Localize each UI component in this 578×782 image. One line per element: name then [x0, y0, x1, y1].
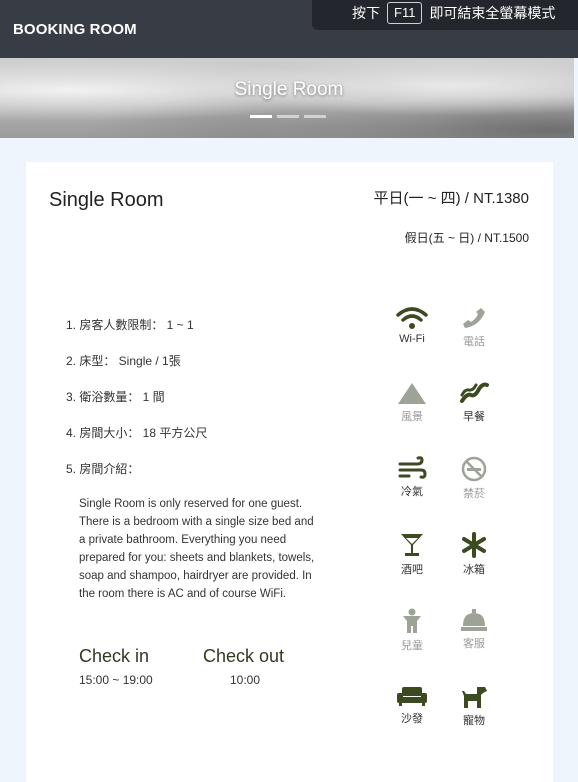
amenity-service: 客服 [449, 608, 499, 651]
dog-icon [462, 687, 487, 708]
child-icon [403, 608, 421, 633]
amenity-breakfast: 早餐 [449, 381, 499, 424]
amenity-label-wifi: Wi-Fi [399, 333, 425, 345]
brand-logo[interactable]: BOOKING ROOM [13, 21, 137, 38]
info-room-intro: 5. 房間介紹： [66, 462, 140, 476]
room-info-list: 1. 房客人數限制： 1 ~ 1 2. 床型： Single / 1張 3. 衛… [66, 316, 207, 496]
amenity-label-fridge: 冰箱 [463, 564, 485, 576]
amenity-label-children: 兒童 [401, 640, 423, 652]
room-title: Single Room [49, 189, 164, 211]
room-card: Single Room 平日(一 ~ 四) / NT.1380 假日(五 ~ 日… [26, 162, 553, 782]
amenity-fridge: 冰箱 [449, 532, 499, 577]
couch-icon [397, 687, 427, 706]
wifi-icon [396, 307, 428, 329]
amenity-phone: 電話 [449, 306, 499, 349]
carousel-indicator-1[interactable] [250, 115, 272, 118]
amenity-label-no-smoking: 禁菸 [463, 488, 485, 500]
amenity-label-breakfast: 早餐 [463, 411, 485, 423]
amenity-label-pets: 寵物 [463, 715, 485, 727]
bacon-icon [460, 382, 489, 403]
check-in-time: 15:00 ~ 19:00 [79, 673, 153, 687]
amenity-label-bar: 酒吧 [401, 564, 423, 576]
amenity-sofa: 沙發 [387, 685, 437, 726]
page-scrollbar[interactable] [574, 58, 578, 770]
amenity-no-smoking: 禁菸 [449, 456, 499, 501]
amenity-bar: 酒吧 [387, 532, 437, 577]
fullscreen-notice-before: 按下 [352, 5, 380, 21]
check-out-time: 10:00 [230, 673, 261, 687]
hero-title: Single Room [234, 79, 344, 100]
amenity-label-phone: 電話 [463, 336, 485, 348]
phone-icon [463, 308, 485, 328]
amenity-aircon: 冷氣 [387, 456, 437, 499]
no-smoking-icon [461, 456, 487, 482]
amenity-label-service: 客服 [463, 638, 485, 650]
wind-icon [398, 456, 427, 479]
price-weekend: 假日(五 ~ 日) / NT.1500 [404, 231, 529, 245]
info-room-size: 4. 房間大小： 18 平方公尺 [66, 426, 208, 440]
amenity-label-scenery: 風景 [401, 411, 423, 423]
amenity-children: 兒童 [387, 608, 437, 653]
price-weekday: 平日(一 ~ 四) / NT.1380 [373, 190, 529, 207]
check-in-label: Check in [79, 646, 150, 666]
info-bed-type: 2. 床型： Single / 1張 [66, 354, 181, 368]
amenity-scenery: 風景 [387, 381, 437, 424]
f11-key: F11 [387, 2, 423, 24]
amenity-wifi: Wi-Fi [387, 306, 437, 345]
hero-carousel: Single Room [0, 58, 578, 138]
mountain-icon [398, 383, 426, 404]
amenity-label-sofa: 沙發 [401, 713, 423, 725]
snowflake-icon [462, 532, 486, 558]
fullscreen-notice: 按下 F11 即可結束全螢幕模式 [312, 0, 578, 30]
fullscreen-notice-after: 即可結束全螢幕模式 [429, 5, 556, 21]
cocktail-icon [401, 534, 423, 556]
amenity-pets: 寵物 [449, 685, 499, 728]
info-bathroom-count: 3. 衛浴數量： 1 間 [66, 390, 165, 404]
room-description: Single Room is only reserved for one gue… [79, 498, 315, 600]
info-guest-limit: 1. 房客人數限制： 1 ~ 1 [66, 318, 194, 332]
carousel-indicator-3[interactable] [304, 115, 326, 118]
check-out-label: Check out [203, 646, 285, 666]
amenity-label-aircon: 冷氣 [401, 486, 423, 498]
carousel-indicator-2[interactable] [277, 115, 299, 118]
bell-icon [461, 609, 487, 631]
